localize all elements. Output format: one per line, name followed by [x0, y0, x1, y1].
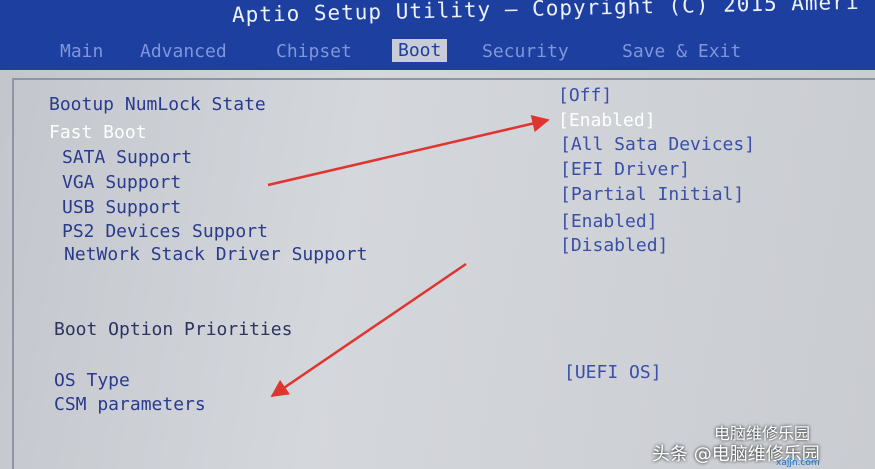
watermark: 电脑维修乐园 头条 @电脑维修乐园 xajjn.com — [648, 418, 875, 469]
bios-screen: Aptio Setup Utility – Copyright (C) 2015… — [0, 0, 875, 469]
annotation-arrows — [267, 115, 550, 398]
watermark-url: xajjn.com — [776, 458, 820, 468]
arrow-to-fast-boot-value — [267, 115, 550, 187]
arrow-to-csm-parameters — [270, 262, 467, 398]
